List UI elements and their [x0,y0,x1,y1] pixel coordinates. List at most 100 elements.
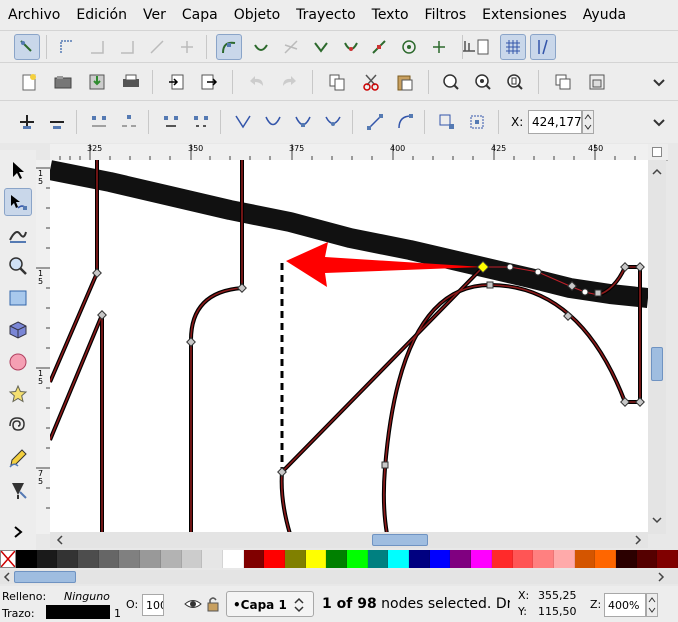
snap-toggle-icon[interactable] [14,34,40,60]
snap-midpoint-icon[interactable] [366,34,392,60]
palette-swatch[interactable] [264,550,285,568]
toolbar-overflow-chevron-icon[interactable] [646,69,672,95]
x-coordinate-input[interactable]: 424,177 [528,110,582,134]
snap-bbox-center-icon[interactable] [174,34,200,60]
zoom-input[interactable]: 400% [604,593,646,617]
stroke-swatch[interactable] [46,605,110,619]
palette-swatch[interactable] [98,550,120,568]
export-icon[interactable] [196,69,222,95]
open-document-icon[interactable] [50,69,76,95]
node-symmetric-icon[interactable] [290,109,316,135]
snap-bbox-mid-icon[interactable] [144,34,170,60]
controls-overflow-chevron-icon[interactable] [646,109,672,135]
snap-nodes-icon[interactable] [216,34,242,60]
scroll-right-icon[interactable] [632,534,644,546]
palette-swatch[interactable] [202,550,223,568]
snap-bbox-icon[interactable] [54,34,80,60]
duplicate-icon[interactable] [550,69,576,95]
menu-archivo[interactable]: Archivo [0,7,68,23]
segment-line-icon[interactable] [362,109,388,135]
palette-swatch[interactable] [388,550,410,568]
palette-swatch[interactable] [305,550,327,568]
palette-scroll-right-icon[interactable] [656,571,666,583]
snap-cusp-icon[interactable] [308,34,334,60]
no-paint-swatch[interactable] [0,550,16,568]
object-to-path-icon[interactable] [434,109,460,135]
copy-icon[interactable] [324,69,350,95]
menu-capa[interactable]: Capa [174,7,226,23]
menu-texto[interactable]: Texto [364,7,417,23]
3d-box-tool-icon[interactable] [4,316,32,344]
scroll-down-icon[interactable] [651,514,663,526]
palette-swatch[interactable] [367,550,389,568]
menu-edicion[interactable]: Edición [68,7,135,23]
rectangle-tool-icon[interactable] [4,284,32,312]
snap-smooth-icon[interactable] [338,34,364,60]
palette-swatch[interactable] [409,550,430,568]
snap-page-border-icon[interactable] [470,34,496,60]
palette-scrollbar[interactable] [0,570,678,584]
menu-trayecto[interactable]: Trayecto [288,7,363,23]
undo-icon[interactable] [244,69,270,95]
palette-swatch[interactable] [512,550,534,568]
snap-intersection-icon[interactable] [278,34,304,60]
paste-icon[interactable] [392,69,418,95]
vertical-scrollbar[interactable] [648,160,666,534]
palette-swatch[interactable] [57,550,79,568]
join-segment-icon[interactable] [158,109,184,135]
snap-center-object-icon[interactable] [396,34,422,60]
eye-visibility-icon[interactable] [184,596,202,612]
break-path-icon[interactable] [116,109,142,135]
insert-node-icon[interactable] [14,109,40,135]
palette-swatch[interactable] [574,550,596,568]
delete-node-icon[interactable] [44,109,70,135]
snap-grid-icon[interactable] [500,34,526,60]
zoom-selection-icon[interactable] [438,69,464,95]
palette-swatch[interactable] [78,550,99,568]
print-icon[interactable] [118,69,144,95]
palette-swatch[interactable] [36,550,58,568]
horizontal-scroll-thumb[interactable] [372,534,428,546]
fill-value[interactable]: Ninguno [64,590,110,603]
palette-swatch[interactable] [119,550,141,568]
layer-selector[interactable]: •Capa 1 [226,591,314,617]
palette-swatch[interactable] [181,550,203,568]
palette-swatch[interactable] [595,550,616,568]
snap-bbox-edge-icon[interactable] [84,34,110,60]
redo-icon[interactable] [276,69,302,95]
stroke-to-path-icon[interactable] [464,109,490,135]
palette-swatch[interactable] [553,550,575,568]
menu-filtros[interactable]: Filtros [417,7,475,23]
node-smooth-icon[interactable] [260,109,286,135]
palette-swatch[interactable] [284,550,306,568]
save-document-icon[interactable] [84,69,110,95]
snap-path-icon[interactable] [248,34,274,60]
join-nodes-icon[interactable] [86,109,112,135]
pencil-tool-icon[interactable] [4,444,32,472]
x-coordinate-spinner[interactable] [582,110,594,134]
menu-ver[interactable]: Ver [135,7,174,23]
toolbox-more-chevron-icon[interactable] [4,518,32,546]
drawing-canvas[interactable] [50,160,648,534]
palette-swatch[interactable] [16,550,37,568]
new-document-icon[interactable] [16,69,42,95]
pen-tool-icon[interactable] [4,476,32,504]
import-icon[interactable] [164,69,190,95]
snap-rotation-center-icon[interactable] [426,34,452,60]
palette-swatch[interactable] [429,550,451,568]
palette-scroll-thumb[interactable] [14,571,76,583]
ellipse-tool-icon[interactable] [4,348,32,376]
node-tool-icon[interactable] [4,188,32,216]
palette-scroll-left-icon[interactable] [2,571,12,583]
palette-swatch[interactable] [491,550,513,568]
palette-swatch[interactable] [140,550,161,568]
node-auto-smooth-icon[interactable] [320,109,346,135]
segment-curve-icon[interactable] [392,109,418,135]
scroll-left-icon[interactable] [54,534,66,546]
menu-objeto[interactable]: Objeto [226,7,288,23]
spiral-tool-icon[interactable] [4,412,32,440]
palette-swatch[interactable] [243,550,265,568]
lock-icon[interactable] [206,596,220,612]
palette-swatch[interactable] [636,550,658,568]
snap-guides-icon[interactable] [530,34,556,60]
